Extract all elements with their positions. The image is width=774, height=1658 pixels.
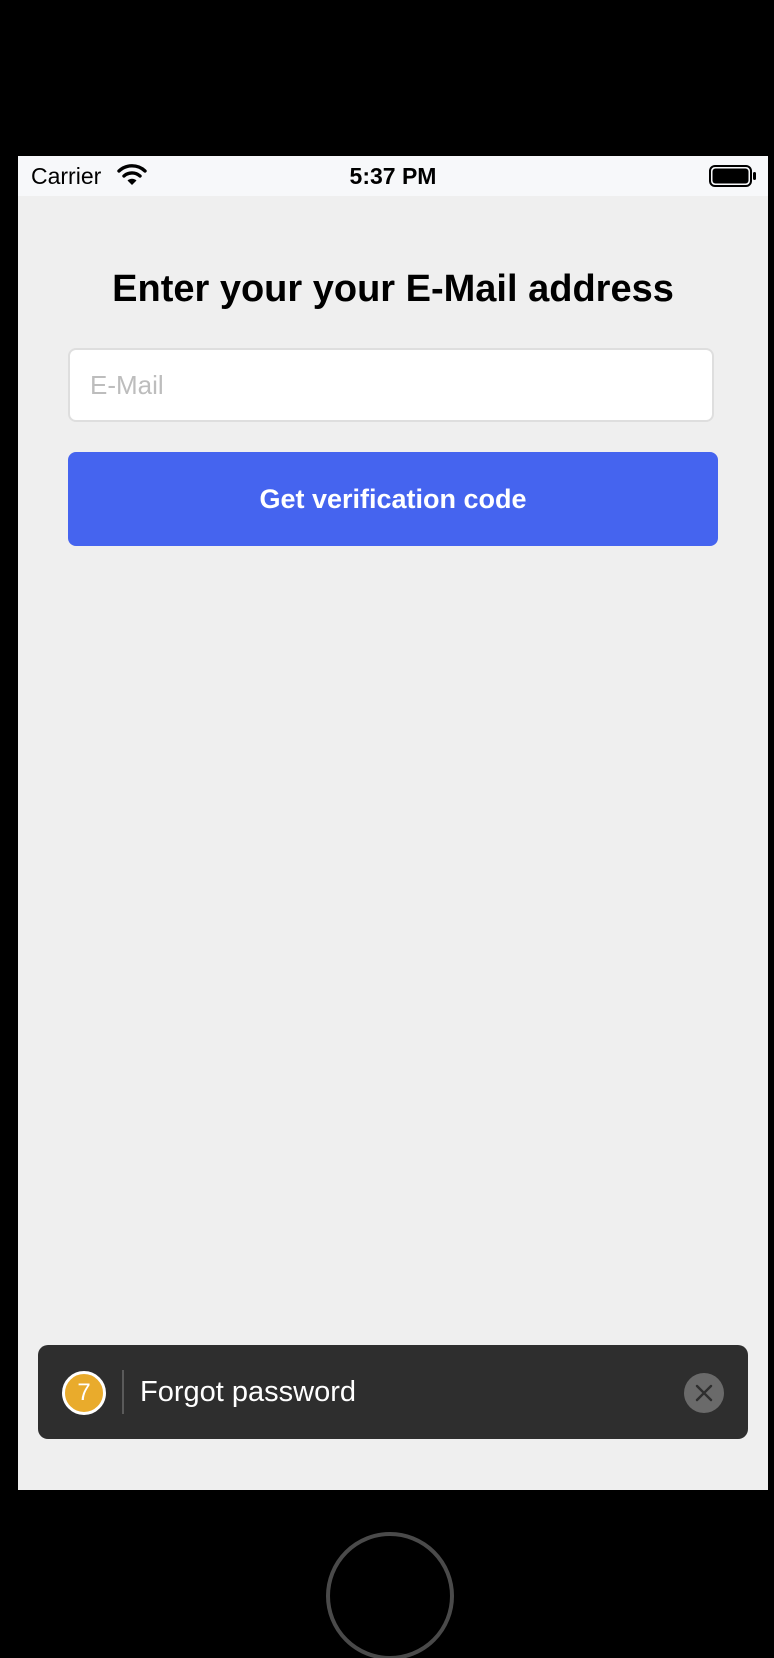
step-toast: 7 Forgot password (38, 1345, 748, 1439)
get-verification-code-button[interactable]: Get verification code (68, 452, 718, 546)
email-field[interactable] (68, 348, 714, 422)
page-title: Enter your your E-Mail address (112, 268, 674, 310)
device-frame: Carrier 5:37 PM Enter your your E-Mail a… (0, 0, 774, 1658)
close-toast-button[interactable] (684, 1373, 724, 1413)
close-icon (695, 1384, 713, 1402)
status-bar: Carrier 5:37 PM (18, 156, 768, 196)
toast-divider (122, 1370, 124, 1414)
battery-full-icon (709, 165, 756, 187)
toast-label: Forgot password (140, 1376, 356, 1408)
app-screen: Carrier 5:37 PM Enter your your E-Mail a… (18, 156, 768, 1490)
home-button[interactable] (326, 1532, 454, 1658)
status-time: 5:37 PM (349, 163, 437, 189)
step-number-badge: 7 (62, 1371, 106, 1415)
